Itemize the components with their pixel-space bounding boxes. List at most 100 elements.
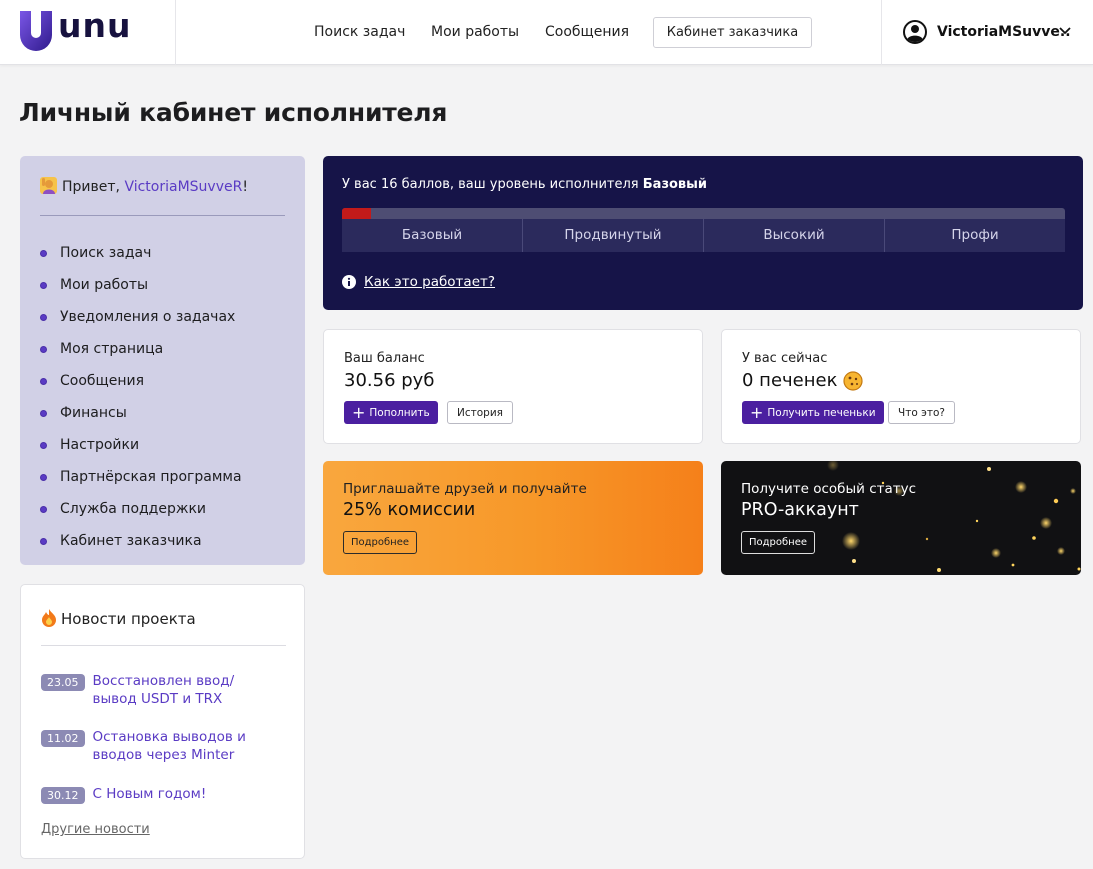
balance-value: 30.56 руб xyxy=(344,370,434,391)
sidebar-item-support[interactable]: Служба поддержки xyxy=(40,493,242,525)
nav-find-tasks[interactable]: Поиск задач xyxy=(314,24,405,40)
balance-label: Ваш баланс xyxy=(344,351,425,366)
bullet-icon xyxy=(40,313,47,321)
nav-my-works[interactable]: Мои работы xyxy=(431,24,519,40)
news-date-badge: 11.02 xyxy=(41,730,85,747)
info-icon xyxy=(342,275,356,289)
sidebar-item-label: Финансы xyxy=(60,405,127,421)
referral-more-button[interactable]: Подробнее xyxy=(343,531,418,554)
sidebar-item-label: Служба поддержки xyxy=(60,501,207,517)
greeting: Привет, VictoriaMSuvveR! xyxy=(40,177,248,195)
referral-promo-card: Приглашайте друзей и получайте 25% комис… xyxy=(323,461,703,575)
news-item: 30.12 С Новым годом! xyxy=(41,785,278,804)
level-name: Базовый xyxy=(642,177,708,192)
sidebar-item-label: Моя страница xyxy=(60,341,164,357)
fire-icon xyxy=(42,609,56,627)
plus-icon: + xyxy=(352,402,366,422)
sidebar-item-my-page[interactable]: Моя страница xyxy=(40,333,242,365)
performer-level-card: У вас 16 баллов, ваш уровень исполнителя… xyxy=(323,156,1083,310)
cookies-card: У вас сейчас 0 печенек + Получить печеньк… xyxy=(721,329,1081,444)
sidebar-item-label: Уведомления о задачах xyxy=(60,309,236,325)
news-divider xyxy=(41,645,286,646)
user-avatar-icon xyxy=(903,20,927,44)
pro-promo-card: Получите особый статус PRO-аккаунт Подро… xyxy=(721,461,1081,575)
sidebar-item-partner-program[interactable]: Партнёрская программа xyxy=(40,461,242,493)
bullet-icon xyxy=(40,249,47,257)
logo-wordmark: unu xyxy=(58,6,132,45)
level-text: У вас 16 баллов, ваш уровень исполнителя… xyxy=(342,177,707,192)
news-date-badge: 23.05 xyxy=(41,674,85,691)
news-card: Новости проекта 23.05 Восстановлен ввод/… xyxy=(20,584,305,859)
sidebar-menu-list: Поиск задач Мои работы Уведомления о зад… xyxy=(40,237,242,557)
greeting-username-link[interactable]: VictoriaMSuvveR xyxy=(124,179,242,195)
news-item: 11.02 Остановка выводов и вводов через M… xyxy=(41,728,278,764)
level-segments: Базовый Продвинутый Высокий Профи xyxy=(342,219,1065,252)
sidebar-item-customer-cabinet[interactable]: Кабинет заказчика xyxy=(40,525,242,557)
sidebar-item-find-tasks[interactable]: Поиск задач xyxy=(40,237,242,269)
sidebar-item-label: Кабинет заказчика xyxy=(60,533,202,549)
sidebar-item-my-works[interactable]: Мои работы xyxy=(40,269,242,301)
news-link[interactable]: Восстановлен ввод/вывод USDT и TRX xyxy=(93,672,278,708)
sidebar-item-settings[interactable]: Настройки xyxy=(40,429,242,461)
bullet-icon xyxy=(40,537,47,545)
sidebar-item-messages[interactable]: Сообщения xyxy=(40,365,242,397)
history-button[interactable]: История xyxy=(447,401,513,424)
level-segment-pro: Профи xyxy=(951,227,999,243)
referral-promo-title: 25% комиссии xyxy=(343,500,476,520)
what-is-it-button[interactable]: Что это? xyxy=(888,401,955,424)
bullet-icon xyxy=(40,441,47,449)
person-raising-hand-icon xyxy=(40,177,57,194)
bullet-icon xyxy=(40,345,47,353)
cookies-label: У вас сейчас xyxy=(742,351,828,366)
sidebar-item-label: Сообщения xyxy=(60,373,145,389)
level-segment-advanced: Продвинутый xyxy=(523,219,704,252)
topup-button[interactable]: + Пополнить xyxy=(344,401,438,424)
news-title: Новости проекта xyxy=(41,609,196,628)
get-cookies-label: Получить печеньки xyxy=(767,406,876,419)
cookie-icon xyxy=(843,370,864,391)
how-it-works: Как это работает? xyxy=(342,274,495,290)
cookies-amount: 0 печенек xyxy=(742,370,838,391)
user-menu[interactable]: VictoriaMSuvve.. xyxy=(881,0,1093,65)
news-title-text: Новости проекта xyxy=(61,610,196,628)
level-segment-basic: Базовый xyxy=(342,219,523,252)
news-link[interactable]: С Новым годом! xyxy=(93,785,278,803)
sidebar-item-label: Мои работы xyxy=(60,277,149,293)
news-item: 23.05 Восстановлен ввод/вывод USDT и TRX xyxy=(41,672,278,708)
balance-card: Ваш баланс 30.56 руб + Пополнить История xyxy=(323,329,703,444)
top-header: unu Поиск задач Мои работы Сообщения Каб… xyxy=(0,0,1093,65)
pro-promo-subtitle: Получите особый статус xyxy=(741,481,917,497)
get-cookies-button[interactable]: + Получить печеньки xyxy=(742,401,884,424)
customer-cabinet-button[interactable]: Кабинет заказчика xyxy=(653,17,812,48)
level-text-prefix: У вас 16 баллов, ваш уровень исполнителя xyxy=(342,177,643,192)
level-progress-fill xyxy=(342,208,371,219)
unu-logo-icon xyxy=(20,11,52,51)
greeting-suffix: ! xyxy=(242,179,248,195)
referral-promo-subtitle: Приглашайте друзей и получайте xyxy=(343,481,587,497)
news-date-badge: 30.12 xyxy=(41,787,85,804)
sidebar-item-task-notifications[interactable]: Уведомления о задачах xyxy=(40,301,242,333)
level-segment-high: Высокий xyxy=(704,219,885,252)
level-progress-bar xyxy=(342,208,1065,219)
bullet-icon xyxy=(40,377,47,385)
sidebar-menu: Привет, VictoriaMSuvveR! Поиск задач Мои… xyxy=(20,156,305,565)
news-link[interactable]: Остановка выводов и вводов через Minter xyxy=(93,728,278,764)
cookies-value: 0 печенек xyxy=(742,370,864,391)
other-news-link[interactable]: Другие новости xyxy=(41,822,150,837)
bullet-icon xyxy=(40,281,47,289)
nav-messages[interactable]: Сообщения xyxy=(545,24,629,40)
bullet-icon xyxy=(40,505,47,513)
bullet-icon xyxy=(40,409,47,417)
logo-link[interactable]: unu xyxy=(0,0,176,65)
pro-more-button[interactable]: Подробнее xyxy=(741,531,816,554)
chevron-down-icon xyxy=(1059,27,1071,35)
page-title: Личный кабинет исполнителя xyxy=(19,98,448,127)
plus-icon: + xyxy=(750,402,764,422)
balance-amount: 30.56 руб xyxy=(344,370,435,391)
sidebar-item-label: Поиск задач xyxy=(60,245,152,261)
topup-label: Пополнить xyxy=(369,406,430,419)
how-it-works-link[interactable]: Как это работает? xyxy=(364,274,495,290)
user-name: VictoriaMSuvve.. xyxy=(937,24,1071,40)
sidebar-item-finances[interactable]: Финансы xyxy=(40,397,242,429)
greeting-prefix: Привет, xyxy=(62,179,125,195)
